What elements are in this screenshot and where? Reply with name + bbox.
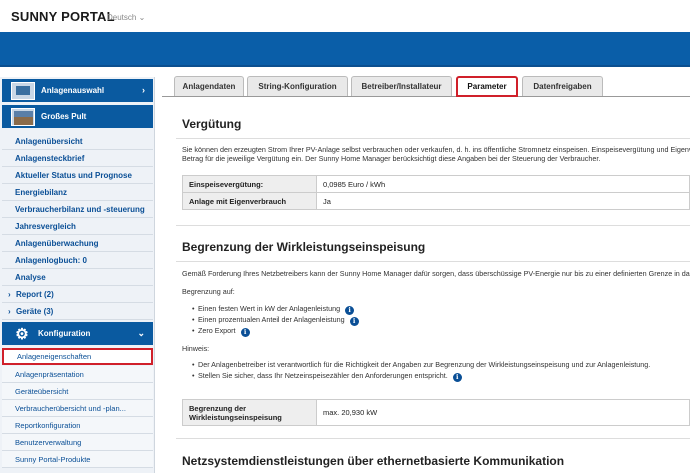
section-title-netzsystem: Netzsystemdienstleistungen über ethernet… bbox=[182, 454, 565, 468]
pv-plant-header[interactable]: Großes Pult bbox=[2, 105, 153, 128]
sidebar-item-jahresvergleich[interactable]: Jahresvergleich bbox=[2, 218, 153, 235]
label-line-1: Begrenzung der bbox=[189, 403, 247, 413]
configuration-header[interactable]: ⚙ Konfiguration ⌄ bbox=[2, 322, 153, 345]
info-icon[interactable]: i bbox=[452, 373, 462, 382]
label-line-2: Wirkleistungseinspeisung bbox=[189, 412, 282, 422]
verguetung-description-2: Betrag für die jeweilige Vergütung ein. … bbox=[182, 154, 601, 163]
sidebar-item-anlagenuebersicht[interactable]: Anlagenübersicht bbox=[2, 133, 153, 150]
self-consumption-label: Anlage mit Eigenverbrauch bbox=[182, 192, 317, 210]
limit-on-label: Begrenzung auf: bbox=[182, 287, 235, 296]
list-item: Einen prozentualen Anteil der Anlagenlei… bbox=[192, 314, 359, 326]
limit-options-list: Einen festen Wert in kW der Anlagenleist… bbox=[192, 303, 359, 337]
hint-text: Stellen Sie sicher, dass Ihr Netzeinspei… bbox=[198, 371, 448, 380]
main-content: Vergütung Sie können den erzeugten Strom… bbox=[162, 97, 690, 473]
self-consumption-value: Ja bbox=[316, 192, 690, 210]
configuration-label: Konfiguration bbox=[38, 329, 91, 338]
sidebar-item-geraete[interactable]: › Geräte (3) bbox=[2, 303, 153, 320]
header-banner bbox=[0, 32, 690, 67]
active-power-limit-label: Begrenzung der Wirkleistungseinspeisung bbox=[182, 399, 317, 426]
verguetung-table: Einspeisevergütung: 0,0985 Euro / kWh An… bbox=[182, 175, 690, 210]
language-selector[interactable]: Deutsch ⌄ bbox=[107, 13, 145, 22]
sidebar-item-verbraucherbilanz[interactable]: Verbraucherbilanz und -steuerung bbox=[2, 201, 153, 218]
list-item: Stellen Sie sicher, dass Ihr Netzeinspei… bbox=[192, 370, 650, 382]
chevron-down-icon: ⌄ bbox=[137, 328, 145, 338]
table-row: Anlage mit Eigenverbrauch Ja bbox=[182, 192, 690, 210]
divider bbox=[176, 225, 690, 226]
tab-parameter[interactable]: Parameter bbox=[456, 76, 518, 97]
option-fixed-kw: Einen festen Wert in kW der Anlagenleist… bbox=[198, 304, 341, 313]
divider bbox=[176, 438, 690, 439]
list-item: Einen festen Wert in kW der Anlagenleist… bbox=[192, 303, 359, 315]
info-icon[interactable]: i bbox=[240, 328, 250, 337]
plant-selection-button[interactable]: Anlagenauswahl › bbox=[2, 79, 153, 102]
report-label: Report (2) bbox=[16, 290, 54, 299]
plant-photo-icon bbox=[11, 107, 35, 126]
gear-icon: ⚙ bbox=[15, 325, 29, 343]
sidebar: Anlagenauswahl › Großes Pult Anlagenüber… bbox=[0, 77, 155, 473]
chevron-right-icon: › bbox=[8, 307, 11, 316]
language-label: Deutsch bbox=[107, 13, 137, 22]
verguetung-description-1: Sie können den erzeugten Strom Ihrer PV-… bbox=[182, 145, 690, 154]
tab-anlagendaten[interactable]: Anlagendaten bbox=[174, 76, 244, 96]
sidebar-item-reportkonfiguration[interactable]: Reportkonfiguration bbox=[2, 417, 153, 434]
section-title-verguetung: Vergütung bbox=[182, 117, 242, 131]
sidebar-item-analyse[interactable]: Analyse bbox=[2, 269, 153, 286]
tab-bar: Anlagendaten String-Konfiguration Betrei… bbox=[162, 76, 690, 97]
hint-text: Der Anlagenbetreiber ist verantwortlich … bbox=[198, 360, 651, 369]
sidebar-item-anlagensteckbrief[interactable]: Anlagensteckbrief bbox=[2, 150, 153, 167]
chevron-down-icon: ⌄ bbox=[138, 13, 146, 22]
feed-in-tariff-label: Einspeisevergütung: bbox=[182, 175, 317, 193]
hint-label: Hinweis: bbox=[182, 344, 210, 353]
list-item: Der Anlagenbetreiber ist verantwortlich … bbox=[192, 359, 651, 370]
brand-logo[interactable]: SUNNY PORTAL bbox=[11, 9, 115, 24]
sidebar-item-sunny-portal-produkte[interactable]: Sunny Portal-Produkte bbox=[2, 451, 153, 468]
sidebar-item-geraeteuebersicht[interactable]: Geräteübersicht bbox=[2, 383, 153, 400]
sidebar-item-report[interactable]: › Report (2) bbox=[2, 286, 153, 303]
top-bar: SUNNY PORTAL Deutsch ⌄ bbox=[0, 0, 690, 32]
chevron-right-icon: › bbox=[8, 290, 11, 299]
sidebar-item-energiebilanz[interactable]: Energiebilanz bbox=[2, 184, 153, 201]
table-row: Begrenzung der Wirkleistungseinspeisung m… bbox=[182, 399, 690, 426]
monitor-icon bbox=[11, 81, 35, 100]
limit-table: Begrenzung der Wirkleistungseinspeisung m… bbox=[182, 399, 690, 426]
tab-betreiber-installateur[interactable]: Betreiber/Installateur bbox=[351, 76, 452, 96]
sidebar-item-status-prognose[interactable]: Aktueller Status und Prognose bbox=[2, 167, 153, 184]
list-item: Zero Export i bbox=[192, 325, 359, 337]
feed-in-tariff-value: 0,0985 Euro / kWh bbox=[316, 175, 690, 193]
sidebar-item-anlagenueberwachung[interactable]: Anlagenüberwachung bbox=[2, 235, 153, 252]
tab-datenfreigaben[interactable]: Datenfreigaben bbox=[522, 76, 603, 96]
geraete-label: Geräte (3) bbox=[16, 307, 54, 316]
option-zero-export: Zero Export bbox=[198, 326, 236, 335]
pv-plant-name: Großes Pult bbox=[41, 112, 87, 121]
option-percentage: Einen prozentualen Anteil der Anlagenlei… bbox=[198, 315, 345, 324]
divider bbox=[176, 261, 690, 262]
table-row: Einspeisevergütung: 0,0985 Euro / kWh bbox=[182, 175, 690, 193]
divider bbox=[176, 138, 690, 139]
sidebar-item-benutzerverwaltung[interactable]: Benutzerverwaltung bbox=[2, 434, 153, 451]
begrenzung-description: Gemäß Forderung Ihres Netzbetreibers kan… bbox=[182, 269, 690, 278]
sidebar-item-anlagenlogbuch[interactable]: Anlagenlogbuch: 0 bbox=[2, 252, 153, 269]
sidebar-item-verbraucheruebersicht[interactable]: Verbraucherübersicht und -plan... bbox=[2, 400, 153, 417]
plant-selection-label: Anlagenauswahl bbox=[41, 86, 105, 95]
chevron-right-icon: › bbox=[142, 85, 145, 95]
sidebar-item-anlagenpraesentation[interactable]: Anlagenpräsentation bbox=[2, 366, 153, 383]
sidebar-item-anlageneigenschaften[interactable]: Anlageneigenschaften bbox=[2, 348, 153, 365]
active-power-limit-value: max. 20,930 kW bbox=[316, 399, 690, 426]
section-title-begrenzung: Begrenzung der Wirkleistungseinspeisung bbox=[182, 240, 426, 254]
hints-list: Der Anlagenbetreiber ist verantwortlich … bbox=[192, 359, 651, 382]
tab-string-konfiguration[interactable]: String-Konfiguration bbox=[247, 76, 348, 96]
